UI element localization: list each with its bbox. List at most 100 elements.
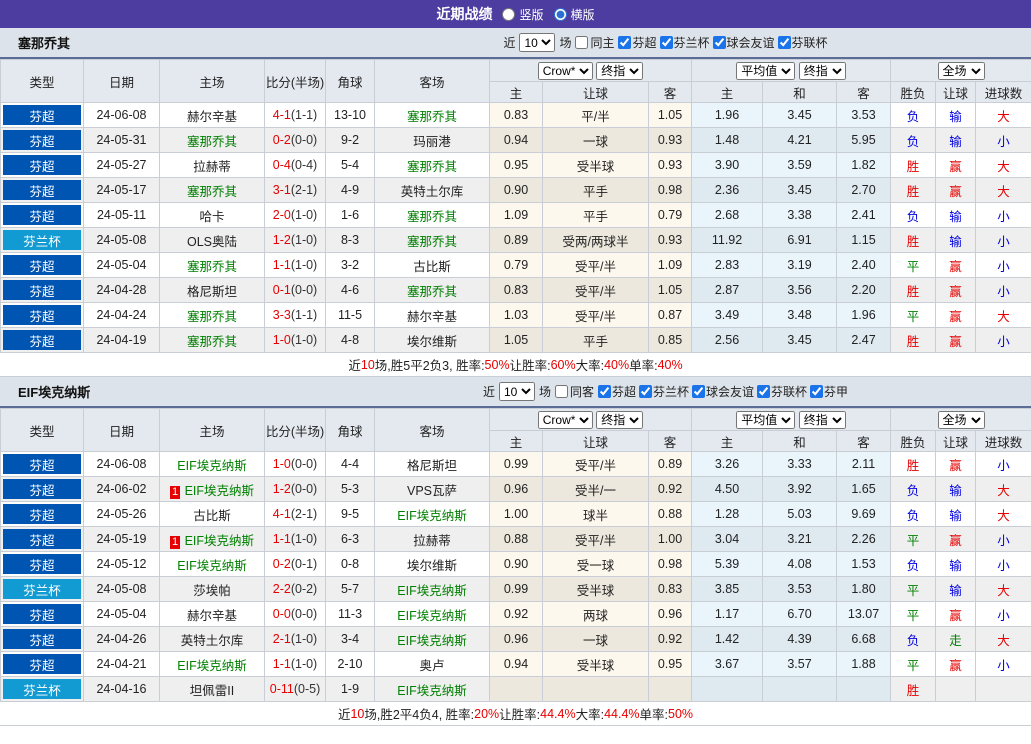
- away-team-name[interactable]: 奥卢: [419, 659, 444, 673]
- league-checkbox[interactable]: [777, 36, 791, 49]
- away-team-name[interactable]: 塞那乔其: [407, 210, 457, 224]
- league-type-badge: 芬超: [3, 105, 81, 125]
- score-cell[interactable]: 1-1(1-0): [264, 651, 326, 677]
- away-team-name[interactable]: EIF埃克纳斯: [397, 634, 466, 648]
- layout-option-horizontal[interactable]: 横版: [553, 6, 595, 23]
- score-cell[interactable]: 1-2(1-0): [264, 227, 326, 253]
- home-team-name[interactable]: 塞那乔其: [187, 260, 237, 274]
- league-checkbox[interactable]: [639, 385, 652, 398]
- league-checkbox[interactable]: [712, 36, 726, 49]
- score-cell[interactable]: 1-1(1-0): [264, 526, 326, 552]
- score-cell[interactable]: 0-0(0-0): [264, 601, 326, 627]
- recent-count-select[interactable]: 10: [519, 33, 556, 52]
- home-team-name[interactable]: EIF埃克纳斯: [177, 459, 246, 473]
- score-cell[interactable]: 1-2(0-0): [264, 476, 326, 502]
- score-cell[interactable]: 0-2(0-1): [264, 551, 326, 577]
- score-cell[interactable]: 0-2(0-0): [264, 127, 326, 153]
- away-team-name[interactable]: 赫尔辛基: [407, 310, 457, 324]
- same-venue-filter[interactable]: 同主: [575, 34, 614, 51]
- average-select[interactable]: 平均值: [736, 61, 796, 80]
- bookmaker-select[interactable]: Crow*: [537, 410, 593, 429]
- layout-option-vertical[interactable]: 竖版: [502, 6, 544, 23]
- away-team-name[interactable]: 塞那乔其: [407, 110, 457, 124]
- score-cell[interactable]: 0-1(0-0): [264, 277, 326, 303]
- scope-select[interactable]: 全场: [937, 410, 985, 429]
- away-team-name[interactable]: 塞那乔其: [407, 235, 457, 249]
- away-team-name[interactable]: EIF埃克纳斯: [397, 609, 466, 623]
- score-cell[interactable]: 3-3(1-1): [264, 302, 326, 328]
- score-cell[interactable]: 4-1(1-1): [264, 102, 326, 128]
- league-filter[interactable]: 芬超: [597, 383, 636, 400]
- league-filter[interactable]: 芬甲: [810, 383, 848, 400]
- away-team-name[interactable]: EIF埃克纳斯: [397, 509, 466, 523]
- average-time-select[interactable]: 终指: [798, 410, 846, 429]
- bookmaker-select[interactable]: Crow*: [537, 61, 593, 80]
- home-team-name[interactable]: 古比斯: [193, 509, 231, 523]
- home-team-name[interactable]: 坦佩雷II: [190, 684, 234, 698]
- away-team-name[interactable]: 塞那乔其: [407, 285, 457, 299]
- league-filter[interactable]: 芬兰杯: [639, 383, 689, 400]
- home-team-name[interactable]: 哈卡: [199, 210, 224, 224]
- away-team-name[interactable]: 埃尔维斯: [407, 335, 457, 349]
- away-team-name[interactable]: 埃尔维斯: [407, 559, 457, 573]
- away-team-name[interactable]: 拉赫蒂: [413, 534, 451, 548]
- league-checkbox[interactable]: [659, 36, 673, 49]
- odds-time-select[interactable]: 终指: [596, 410, 644, 429]
- recent-count-select[interactable]: 10: [498, 382, 535, 401]
- league-filter[interactable]: 芬兰杯: [659, 34, 710, 51]
- score-cell[interactable]: 2-2(0-2): [264, 576, 326, 602]
- red-card-badge: 1: [169, 485, 181, 499]
- league-filter[interactable]: 球会友谊: [712, 34, 775, 51]
- league-filter[interactable]: 芬联杯: [757, 383, 807, 400]
- scope-select[interactable]: 全场: [937, 61, 985, 80]
- home-team-name[interactable]: 英特土尔库: [181, 634, 244, 648]
- away-team-name[interactable]: VPS瓦萨: [407, 484, 457, 498]
- league-checkbox[interactable]: [810, 385, 824, 398]
- score-cell[interactable]: 4-1(2-1): [264, 501, 326, 527]
- home-team-name[interactable]: 格尼斯坦: [187, 285, 237, 299]
- away-team-name[interactable]: 玛丽港: [413, 135, 451, 149]
- score-cell[interactable]: 0-4(0-4): [264, 152, 326, 178]
- away-team-name[interactable]: 塞那乔其: [407, 160, 457, 174]
- score-cell[interactable]: 0-11(0-5): [264, 676, 326, 702]
- score-cell[interactable]: 1-0(1-0): [264, 327, 326, 353]
- away-team-name[interactable]: EIF埃克纳斯: [397, 584, 466, 598]
- away-team-name[interactable]: 格尼斯坦: [407, 459, 457, 473]
- score-cell[interactable]: 1-1(1-0): [264, 252, 326, 278]
- score-cell[interactable]: 2-0(1-0): [264, 202, 326, 228]
- away-team-name[interactable]: 古比斯: [413, 260, 451, 274]
- same-venue-filter[interactable]: 同客: [554, 383, 594, 400]
- league-filter[interactable]: 芬联杯: [777, 34, 828, 51]
- home-team-name[interactable]: EIF埃克纳斯: [177, 659, 246, 673]
- average-select[interactable]: 平均值: [736, 410, 796, 429]
- average-time-select[interactable]: 终指: [798, 61, 846, 80]
- home-team-name[interactable]: EIF埃克纳斯: [177, 559, 246, 573]
- same-venue-checkbox[interactable]: [554, 385, 568, 398]
- home-team-name[interactable]: 莎埃帕: [193, 584, 231, 598]
- league-checkbox[interactable]: [692, 385, 706, 398]
- score-cell[interactable]: 2-1(1-0): [264, 626, 326, 652]
- home-team-name[interactable]: EIF埃克纳斯: [185, 484, 254, 498]
- home-team-name[interactable]: 塞那乔其: [187, 185, 237, 199]
- horizontal-radio[interactable]: [553, 7, 567, 21]
- league-filter[interactable]: 球会友谊: [692, 383, 754, 400]
- home-team-name[interactable]: 塞那乔其: [187, 335, 237, 349]
- home-team-name[interactable]: 赫尔辛基: [187, 110, 237, 124]
- odds-time-select[interactable]: 终指: [596, 61, 644, 80]
- score-cell[interactable]: 1-0(0-0): [264, 451, 326, 477]
- vertical-radio[interactable]: [502, 7, 516, 21]
- away-team-name[interactable]: 英特土尔库: [401, 185, 464, 199]
- league-checkbox[interactable]: [618, 36, 632, 49]
- home-team-name[interactable]: 塞那乔其: [187, 135, 237, 149]
- home-team-name[interactable]: OLS奥陆: [187, 235, 237, 249]
- league-filter[interactable]: 芬超: [618, 34, 657, 51]
- home-team-name[interactable]: EIF埃克纳斯: [185, 534, 254, 548]
- home-team-name[interactable]: 塞那乔其: [187, 310, 237, 324]
- league-checkbox[interactable]: [757, 385, 771, 398]
- score-cell[interactable]: 3-1(2-1): [264, 177, 326, 203]
- league-checkbox[interactable]: [597, 385, 611, 398]
- home-team-name[interactable]: 赫尔辛基: [187, 609, 237, 623]
- home-team-name[interactable]: 拉赫蒂: [193, 160, 231, 174]
- same-venue-checkbox[interactable]: [575, 36, 589, 49]
- away-team-name[interactable]: EIF埃克纳斯: [397, 684, 466, 698]
